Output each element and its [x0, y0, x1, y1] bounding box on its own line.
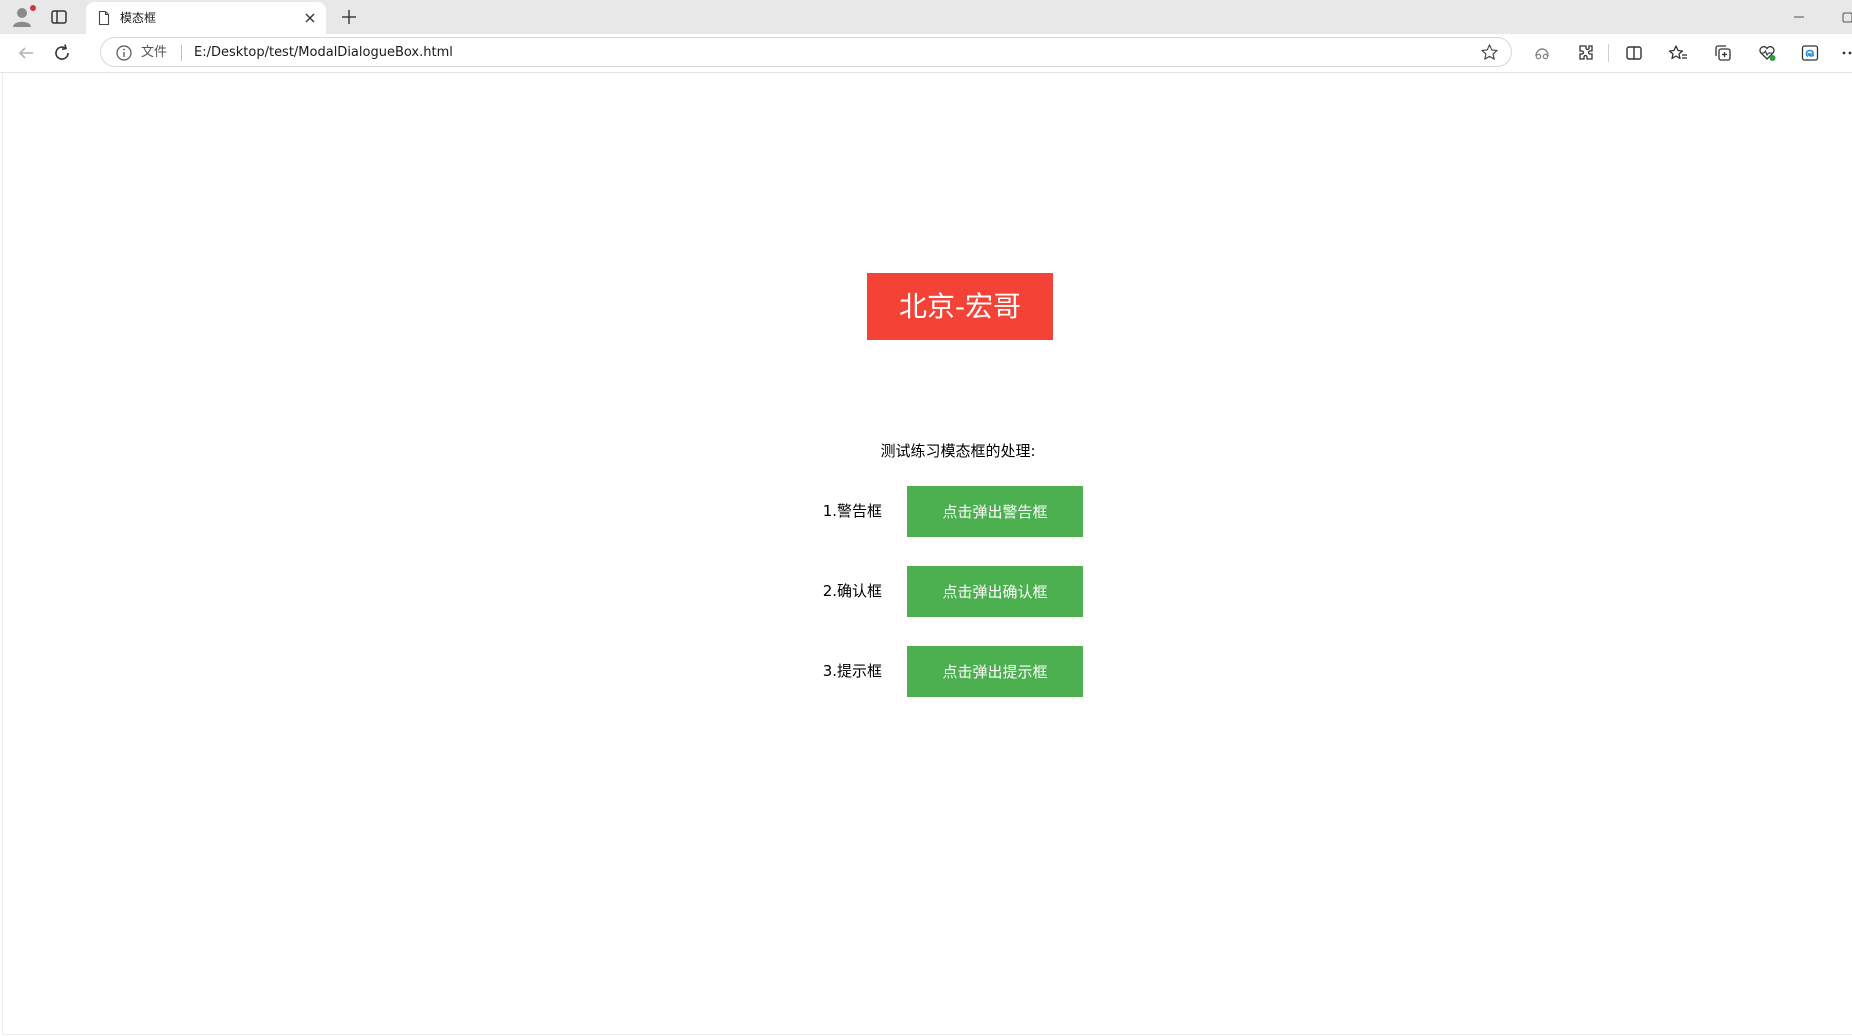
document-icon [96, 10, 112, 26]
plus-icon[interactable] [338, 6, 360, 28]
profile-avatar-icon[interactable] [10, 5, 36, 29]
intro-text: 测试练习模态框的处理: [880, 442, 1036, 460]
read-aloud-icon[interactable] [1532, 43, 1552, 63]
tab-actions-icon[interactable] [48, 6, 70, 28]
url-text[interactable]: E:/Desktop/test/ModalDialogueBox.html [194, 44, 453, 61]
collections-icon[interactable] [1713, 43, 1733, 63]
puzzle-icon[interactable] [1576, 43, 1596, 63]
refresh-icon[interactable] [50, 41, 74, 65]
info-icon[interactable] [115, 44, 133, 62]
toolbar-divider [1608, 44, 1609, 62]
edge-icon[interactable] [1800, 43, 1820, 63]
maximize-icon[interactable] [1838, 8, 1852, 26]
prompt-button[interactable]: 点击弹出提示框 [907, 646, 1083, 697]
arrow-left-icon[interactable] [14, 41, 38, 65]
close-icon[interactable] [302, 10, 318, 26]
prompt-label: 3.提示框 [822, 662, 882, 680]
ellipsis-icon[interactable] [1840, 43, 1852, 63]
notification-dot [30, 5, 36, 11]
page-banner: 北京-宏哥 [867, 273, 1053, 340]
browser-window: 模态框 文件 E:/Desktop/test/ModalDialogueBox.… [0, 0, 1852, 1036]
tab-active[interactable]: 模态框 [86, 2, 326, 34]
confirm-button[interactable]: 点击弹出确认框 [907, 566, 1083, 617]
file-scheme-label: 文件 [141, 45, 168, 60]
address-bar[interactable]: 文件 E:/Desktop/test/ModalDialogueBox.html [100, 37, 1512, 67]
page-content: 北京-宏哥 测试练习模态框的处理: 1.警告框 点击弹出警告框 2.确认框 点击… [2, 73, 1852, 1035]
minimize-icon[interactable] [1790, 8, 1808, 26]
prompt-row: 3.提示框 点击弹出提示框 [783, 646, 1083, 697]
alert-button[interactable]: 点击弹出警告框 [907, 486, 1083, 537]
favorites-icon[interactable] [1668, 43, 1688, 63]
tab-title: 模态框 [120, 11, 157, 25]
star-icon[interactable] [1480, 43, 1499, 62]
alert-label: 1.警告框 [822, 502, 882, 520]
confirm-row: 2.确认框 点击弹出确认框 [783, 566, 1083, 617]
alert-row: 1.警告框 点击弹出警告框 [783, 486, 1083, 537]
split-screen-icon[interactable] [1624, 43, 1644, 63]
confirm-label: 2.确认框 [822, 582, 882, 600]
browser-toolbar: 文件 E:/Desktop/test/ModalDialogueBox.html [0, 34, 1852, 73]
tab-strip: 模态框 [0, 0, 1852, 34]
heart-pulse-icon[interactable] [1757, 43, 1777, 63]
address-separator [181, 45, 182, 61]
